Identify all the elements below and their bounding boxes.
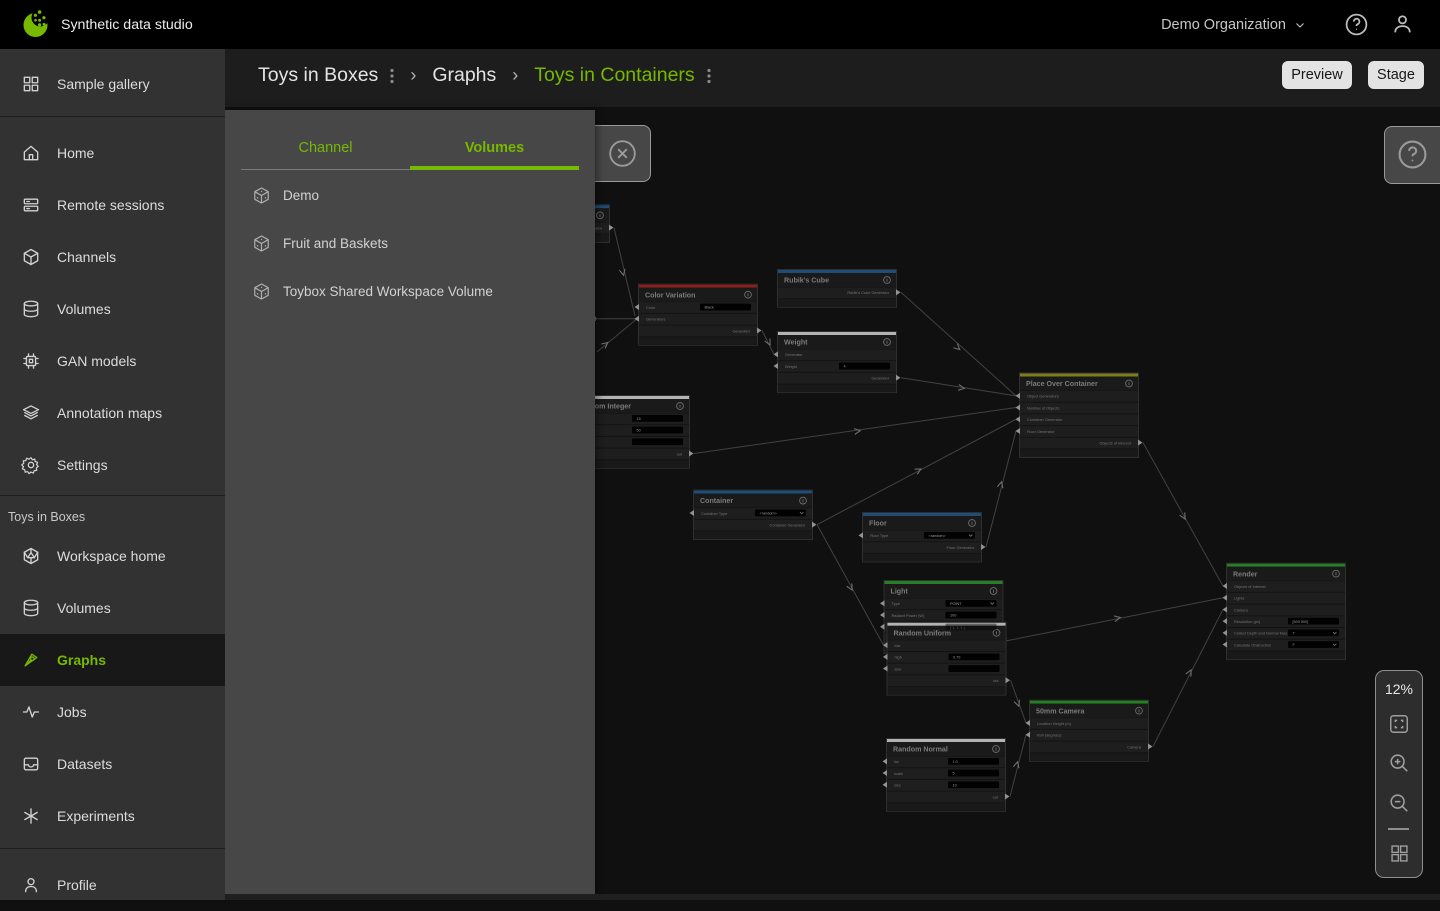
svg-text:Container Type: Container Type [701, 511, 727, 516]
svg-text:1.0: 1.0 [953, 760, 958, 764]
svg-text:Roll (degrees): Roll (degrees) [1037, 733, 1062, 738]
svg-text:Container Generator: Container Generator [1027, 417, 1063, 422]
svg-text:Floor Generator: Floor Generator [947, 545, 975, 550]
svg-text:loc: loc [894, 759, 899, 764]
svg-text:Resolution (px): Resolution (px) [1234, 619, 1261, 624]
svg-text:<random>: <random> [929, 534, 947, 538]
svg-text:Object Generators: Object Generators [1027, 394, 1059, 399]
svg-text:[ 1, 1, 1 ]: [ 1, 1, 1 ] [950, 626, 965, 630]
svg-text:Random Uniform: Random Uniform [894, 629, 952, 637]
svg-text:Camera: Camera [1234, 607, 1249, 612]
svg-text:0.70: 0.70 [953, 655, 960, 659]
svg-text:Floor: Floor [869, 520, 887, 528]
svg-text:50mm Camera: 50mm Camera [1036, 707, 1085, 715]
svg-text:scale: scale [894, 771, 903, 776]
svg-text:Light: Light [891, 588, 909, 596]
svg-text:Color Variation: Color Variation [645, 291, 695, 299]
svg-text:Generator: Generator [785, 352, 803, 357]
svg-text:Camera: Camera [1127, 744, 1142, 749]
svg-text:Color: Color [646, 305, 656, 310]
svg-text:out: out [993, 678, 999, 683]
svg-text:100: 100 [950, 614, 956, 618]
svg-text:Random Normal: Random Normal [893, 746, 948, 754]
svg-text:Black: Black [705, 306, 714, 310]
svg-text:Number of Objects: Number of Objects [1027, 405, 1059, 410]
svg-text:Calculate Obstruction: Calculate Obstruction [1234, 642, 1271, 647]
svg-text:Floor Generator: Floor Generator [1027, 429, 1055, 434]
svg-text:Weight: Weight [785, 364, 798, 369]
svg-text:size: size [894, 783, 901, 788]
svg-text:Collect Depth and Normal Mas..: Collect Depth and Normal Mas... [1234, 631, 1290, 636]
svg-text:Generator: Generator [871, 376, 889, 381]
svg-text:Container Generator: Container Generator [770, 522, 806, 527]
svg-text:<random>: <random> [760, 512, 778, 516]
svg-text:[500 500]: [500 500] [1293, 620, 1309, 624]
svg-text:Rubik's Cube: Rubik's Cube [784, 277, 829, 285]
svg-text:Place Over Container: Place Over Container [1026, 380, 1098, 388]
svg-text:POINT: POINT [950, 602, 962, 606]
svg-text:Location Height (m): Location Height (m) [1037, 721, 1072, 726]
svg-text:Rubik's Cube Generator: Rubik's Cube Generator [847, 290, 889, 295]
svg-text:10: 10 [953, 783, 957, 787]
svg-text:Weight: Weight [784, 339, 808, 347]
svg-text:Container: Container [700, 497, 733, 505]
svg-text:4: 4 [844, 365, 846, 369]
svg-text:Objects of Interest: Objects of Interest [1234, 584, 1266, 589]
svg-text:Objects of Interest: Objects of Interest [1099, 440, 1131, 445]
svg-text:Generator: Generator [732, 328, 750, 333]
svg-text:low: low [895, 643, 901, 648]
svg-text:15: 15 [637, 417, 641, 421]
svg-text:50: 50 [637, 429, 641, 433]
svg-text:Generators: Generators [646, 317, 666, 322]
svg-text:5: 5 [953, 772, 955, 776]
svg-text:Type: Type [892, 601, 900, 606]
svg-text:Floor Type: Floor Type [870, 533, 888, 538]
svg-text:Lights: Lights [1234, 596, 1244, 601]
svg-text:out: out [677, 451, 683, 456]
svg-text:size: size [895, 666, 902, 671]
svg-text:high: high [895, 655, 902, 660]
svg-text:out: out [993, 794, 999, 799]
svg-text:Render: Render [1233, 570, 1258, 578]
svg-text:Radiant Power (W): Radiant Power (W) [892, 613, 926, 618]
